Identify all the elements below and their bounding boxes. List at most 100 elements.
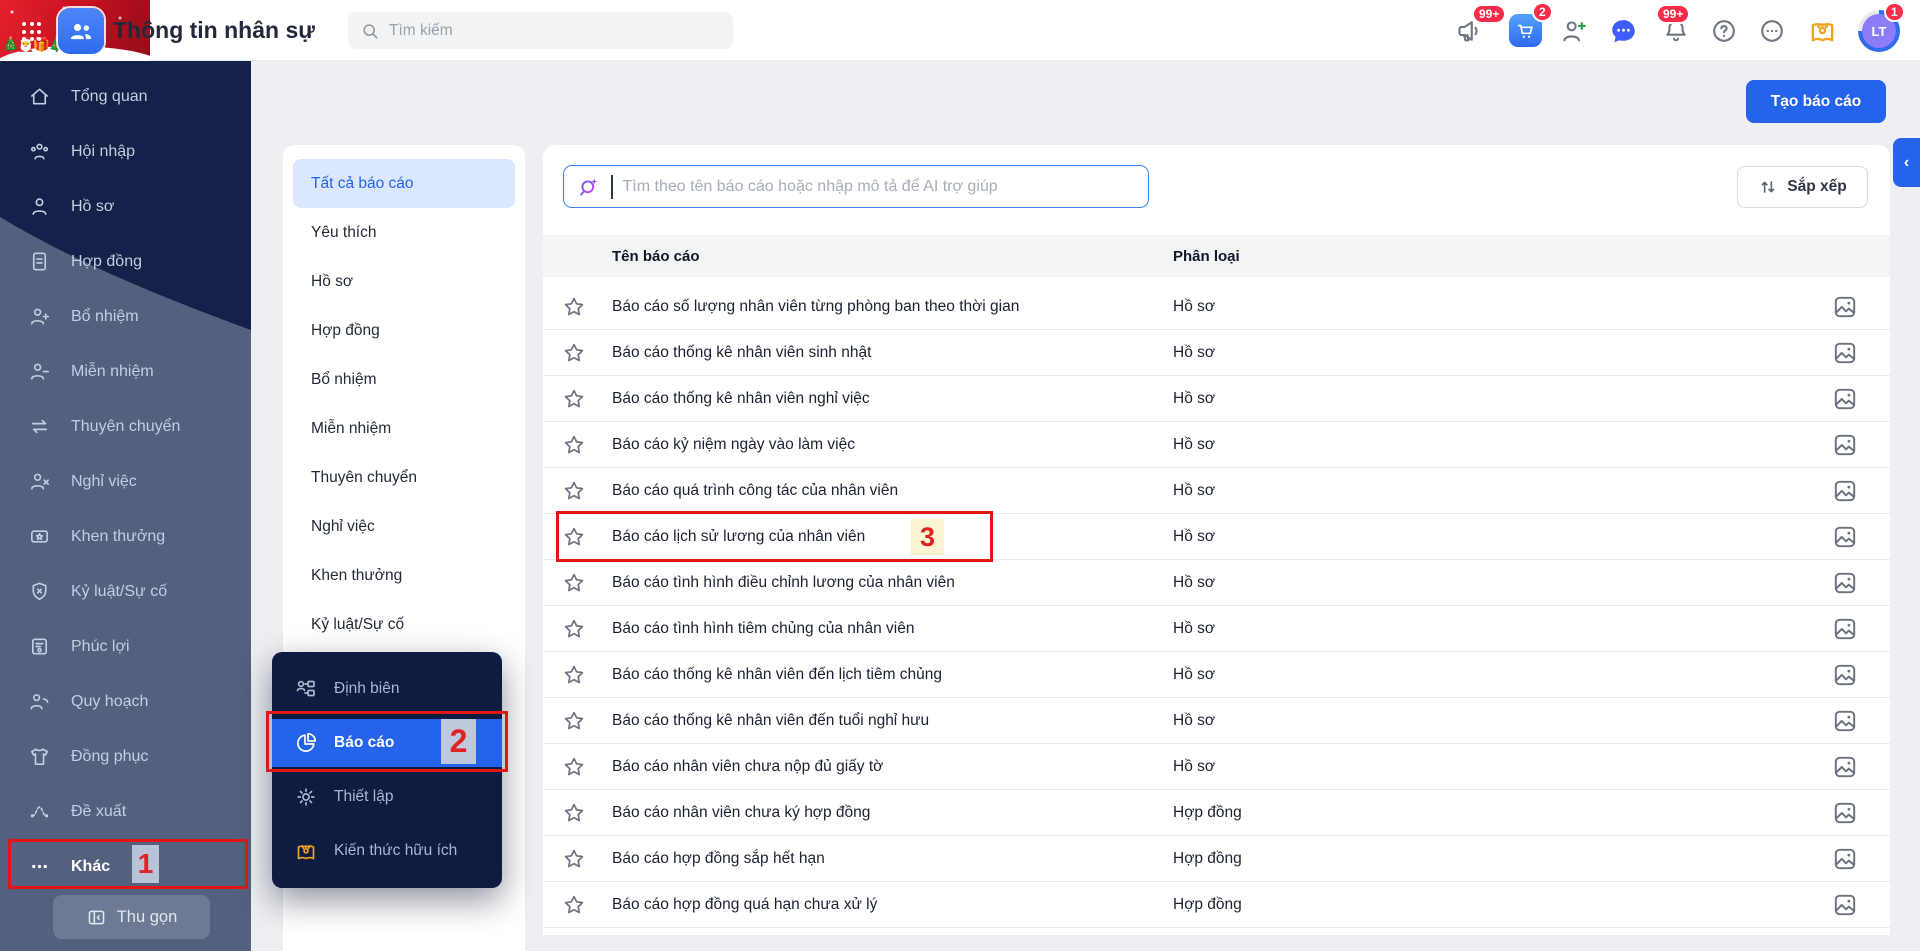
image-preview-icon[interactable] <box>1832 478 1858 504</box>
table-row[interactable]: Báo cáo thống kê nhân viên đến tuổi nghỉ… <box>543 698 1890 744</box>
sidebar-item[interactable]: Hội nhập <box>0 124 251 179</box>
favorite-star-icon[interactable] <box>562 617 586 641</box>
sidebar-item-label: Đề xuất <box>71 803 126 821</box>
favorite-star-icon[interactable] <box>562 893 586 917</box>
ai-report-search-input[interactable]: Tìm theo tên báo cáo hoặc nhập mô tả để … <box>563 165 1149 208</box>
image-preview-icon[interactable] <box>1832 616 1858 642</box>
favorite-star-icon[interactable] <box>562 801 586 825</box>
table-row[interactable]: Báo cáo nhân viên chưa ký hợp đồng Hợp đ… <box>543 790 1890 836</box>
sidebar-item[interactable]: Bổ nhiệm <box>0 289 251 344</box>
favorite-star-icon[interactable] <box>562 295 586 319</box>
popup-menu-item[interactable]: Báo cáo <box>272 716 502 770</box>
sidebar-item[interactable]: Đề xuất <box>0 784 251 839</box>
favorite-star-icon[interactable] <box>562 479 586 503</box>
image-preview-icon[interactable] <box>1832 754 1858 780</box>
app-logo-people-icon[interactable] <box>58 8 104 54</box>
sidebar-item-label: Đồng phục <box>71 748 148 766</box>
global-search-input[interactable]: Tìm kiếm <box>348 12 733 49</box>
table-row[interactable]: Báo cáo tình hình điều chỉnh lương của n… <box>543 560 1890 606</box>
sort-button[interactable]: Sắp xếp <box>1737 166 1868 208</box>
sidebar-item[interactable]: Quy hoạch <box>0 674 251 729</box>
report-name: Báo cáo thống kê nhân viên đến lịch tiêm… <box>612 652 942 698</box>
image-preview-icon[interactable] <box>1832 432 1858 458</box>
knowledge-icon[interactable] <box>1807 15 1838 46</box>
sidebar-item[interactable]: Hồ sơ <box>0 179 251 234</box>
table-row[interactable]: Báo cáo thống kê nhân viên đến lịch tiêm… <box>543 652 1890 698</box>
collapse-sidebar-button[interactable]: Thu gọn <box>53 895 210 939</box>
favorite-star-icon[interactable] <box>562 709 586 733</box>
cart-badge: 2 <box>1532 2 1553 22</box>
table-row[interactable]: Báo cáo hợp đồng sắp hết hạn Hợp đồng <box>543 836 1890 882</box>
favorite-star-icon[interactable] <box>562 341 586 365</box>
collapse-panel-icon <box>86 907 107 928</box>
image-preview-icon[interactable] <box>1832 800 1858 826</box>
table-row[interactable]: Báo cáo thống kê nhân viên sinh nhật Hồ … <box>543 330 1890 376</box>
add-user-icon[interactable] <box>1560 17 1588 45</box>
column-header-name: Tên báo cáo <box>612 248 700 265</box>
sidebar-item[interactable]: Khác <box>0 839 251 894</box>
report-category: Hồ sơ <box>1173 330 1215 376</box>
popup-menu-item[interactable]: Định biên <box>272 662 502 716</box>
category-item[interactable]: Thuyên chuyển <box>293 453 515 502</box>
image-preview-icon[interactable] <box>1832 892 1858 918</box>
favorite-star-icon[interactable] <box>562 755 586 779</box>
image-preview-icon[interactable] <box>1832 524 1858 550</box>
image-preview-icon[interactable] <box>1832 846 1858 872</box>
sidebar-item[interactable]: Kỷ luật/Sự cố <box>0 564 251 619</box>
collapse-panel-tab[interactable]: ‹ <box>1893 138 1920 187</box>
sidebar-item-label: Phúc lợi <box>71 638 130 656</box>
table-row[interactable]: Báo cáo lịch sử lương của nhân viên Hồ s… <box>543 514 1890 560</box>
table-row[interactable]: Báo cáo tình hình tiêm chủng của nhân vi… <box>543 606 1890 652</box>
table-row[interactable]: Báo cáo số lượng nhân viên từng phòng ba… <box>543 284 1890 330</box>
more-options-icon[interactable] <box>1758 17 1786 45</box>
category-item[interactable]: Nghỉ việc <box>293 502 515 551</box>
category-item[interactable]: Khen thưởng <box>293 551 515 600</box>
sidebar-item[interactable]: Đồng phục <box>0 729 251 784</box>
chat-icon[interactable] <box>1608 16 1639 46</box>
image-preview-icon[interactable] <box>1832 708 1858 734</box>
image-preview-icon[interactable] <box>1832 386 1858 412</box>
table-row[interactable]: Báo cáo kỷ niệm ngày vào làm việc Hồ sơ <box>543 422 1890 468</box>
table-row[interactable]: Báo cáo thống kê nhân viên nghỉ việc Hồ … <box>543 376 1890 422</box>
table-header: Tên báo cáo Phân loại <box>543 235 1890 277</box>
favorite-star-icon[interactable] <box>562 387 586 411</box>
favorite-star-icon[interactable] <box>562 571 586 595</box>
favorite-star-icon[interactable] <box>562 847 586 871</box>
image-preview-icon[interactable] <box>1832 662 1858 688</box>
favorite-star-icon[interactable] <box>562 525 586 549</box>
image-preview-icon[interactable] <box>1832 340 1858 366</box>
app-grid-icon[interactable] <box>22 22 42 42</box>
image-preview-icon[interactable] <box>1832 570 1858 596</box>
table-row[interactable]: Báo cáo nhân viên chưa nộp đủ giấy tờ Hồ… <box>543 744 1890 790</box>
favorite-star-icon[interactable] <box>562 663 586 687</box>
popup-menu-item[interactable]: Kiến thức hữu ích <box>272 824 502 878</box>
category-item[interactable]: Kỷ luật/Sự cố <box>293 600 515 649</box>
report-category: Hồ sơ <box>1173 698 1215 744</box>
sidebar-item[interactable]: Tổng quan <box>0 69 251 124</box>
sidebar-item[interactable]: Khen thưởng <box>0 509 251 564</box>
category-item-label: Hợp đồng <box>311 322 380 340</box>
category-item[interactable]: Yêu thích <box>293 208 515 257</box>
favorite-star-icon[interactable] <box>562 433 586 457</box>
table-row[interactable]: Báo cáo hợp đồng quá hạn chưa xử lý Hợp … <box>543 882 1890 928</box>
sidebar-item[interactable]: Nghỉ việc <box>0 454 251 509</box>
sidebar-item[interactable]: Hợp đồng <box>0 234 251 289</box>
sidebar-item[interactable]: Phúc lợi <box>0 619 251 674</box>
sidebar-item[interactable]: Thuyên chuyển <box>0 399 251 454</box>
category-item[interactable]: Bổ nhiệm <box>293 355 515 404</box>
help-icon[interactable] <box>1710 17 1738 45</box>
report-category: Hợp đồng <box>1173 790 1242 836</box>
category-item[interactable]: Tất cả báo cáo <box>293 159 515 208</box>
category-item[interactable]: Miễn nhiệm <box>293 404 515 453</box>
image-preview-icon[interactable] <box>1832 294 1858 320</box>
popup-menu-item-label: Kiến thức hữu ích <box>334 842 457 860</box>
group-icon <box>28 140 51 163</box>
sidebar-item[interactable]: Miễn nhiệm <box>0 344 251 399</box>
more-menu-popup: Định biên Báo cáo Thiết lập Kiến thức hữ… <box>272 652 502 888</box>
popup-menu-item-label: Báo cáo <box>334 734 394 752</box>
table-row[interactable]: Báo cáo quá trình công tác của nhân viên… <box>543 468 1890 514</box>
create-report-button[interactable]: Tạo báo cáo <box>1746 80 1886 123</box>
category-item[interactable]: Hồ sơ <box>293 257 515 306</box>
category-item[interactable]: Hợp đồng <box>293 306 515 355</box>
popup-menu-item[interactable]: Thiết lập <box>272 770 502 824</box>
